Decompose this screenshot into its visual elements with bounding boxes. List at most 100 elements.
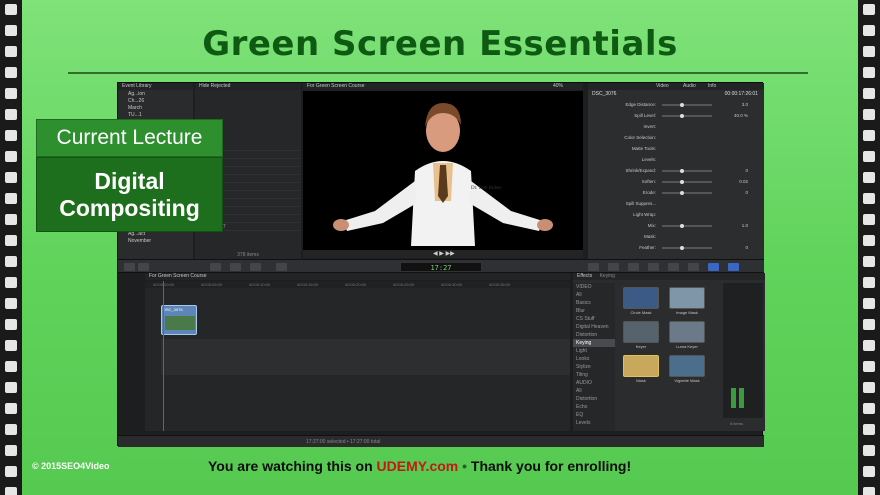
slider-knob[interactable] [680, 114, 684, 118]
effects-category[interactable]: Blur [573, 307, 615, 315]
effects-category[interactable]: Light [573, 347, 615, 355]
library-item[interactable]: March [118, 105, 193, 112]
footer: © 2015SEO4Video You are watching this on… [22, 457, 858, 477]
inspector-row[interactable]: Spill Suppres... [588, 200, 764, 208]
playhead[interactable] [163, 281, 164, 431]
tab-info[interactable]: Info [708, 83, 716, 90]
inspector-row[interactable]: Light Wrap: [588, 211, 764, 219]
slider-knob[interactable] [680, 246, 684, 250]
slider-knob[interactable] [680, 224, 684, 228]
effects-search[interactable]: Keying [600, 273, 615, 279]
play-icon[interactable]: ◀ ▶ ▶▶ [433, 250, 455, 257]
toolbar-button[interactable] [688, 263, 699, 271]
browser-header[interactable]: Hide Rejected [195, 83, 301, 90]
effect-thumbnail[interactable] [623, 355, 659, 377]
effects-section-label: AUDIO [576, 380, 592, 386]
lecture-topic-line2: Compositing [59, 195, 200, 221]
viewer-title: For Green Screen Course [307, 83, 365, 89]
timeline-ruler: 00:00:00:0000:00:05:0000:00:10:0000:00:1… [145, 281, 570, 288]
toolbar-button[interactable] [628, 263, 639, 271]
effects-category[interactable]: CS Stuff [573, 315, 615, 323]
slider-knob[interactable] [680, 180, 684, 184]
ruler-tick-label: 00:00:25:00 [393, 282, 415, 287]
inspector-slider[interactable] [662, 246, 712, 250]
effects-category[interactable]: Echo [573, 403, 615, 411]
tab-video[interactable]: Video [656, 83, 669, 90]
toolbar-button[interactable] [728, 263, 739, 271]
timeline-clip[interactable]: DSC_3076 [161, 305, 197, 335]
effect-thumbnail[interactable] [669, 287, 705, 309]
effect-thumbnail[interactable] [669, 321, 705, 343]
library-list-bottom: Ag...act November [118, 231, 193, 245]
film-hole [863, 88, 875, 99]
effects-category[interactable]: Looks [573, 355, 615, 363]
inspector-row[interactable]: Levels: [588, 156, 764, 164]
toolbar-button[interactable] [230, 263, 241, 271]
effects-category[interactable]: EQ [573, 411, 615, 419]
green-slide: Green Screen Essentials Event Library Ag… [22, 0, 858, 495]
inspector-slider[interactable] [662, 169, 712, 173]
film-hole [863, 172, 875, 183]
toolbar-button[interactable] [648, 263, 659, 271]
film-hole [5, 25, 17, 36]
inspector-row[interactable]: Soften: 0.02 [588, 178, 764, 186]
effects-category[interactable]: All [573, 291, 615, 299]
film-hole [863, 193, 875, 204]
toolbar-button[interactable] [588, 263, 599, 271]
toolbar-button[interactable] [210, 263, 221, 271]
effects-category[interactable]: Keying [573, 339, 615, 347]
inspector-row[interactable]: Matte Tools: [588, 145, 764, 153]
effects-category[interactable]: Tiling [573, 371, 615, 379]
effects-category[interactable]: Digital Heaven [573, 323, 615, 331]
inspector-row[interactable]: Feather: 0 [588, 244, 764, 252]
toolbar-button[interactable] [276, 263, 287, 271]
toolbar-button[interactable] [124, 263, 135, 271]
inspector-row-label: Feather: [639, 245, 656, 250]
tab-audio[interactable]: Audio [683, 83, 696, 90]
inspector-slider[interactable] [662, 224, 712, 228]
slider-knob[interactable] [680, 169, 684, 173]
inspector-slider[interactable] [662, 103, 712, 107]
inspector-slider[interactable] [662, 114, 712, 118]
toolbar-button[interactable] [608, 263, 619, 271]
inspector-row[interactable]: Spill Level: 40.0 % [588, 112, 764, 120]
effects-category[interactable]: Stylize [573, 363, 615, 371]
library-item[interactable]: November [118, 238, 193, 245]
effect-label: Image Mask [676, 310, 698, 315]
slide-title: Green Screen Essentials [202, 24, 678, 64]
film-hole [5, 151, 17, 162]
toolbar-button[interactable] [250, 263, 261, 271]
viewer-zoom[interactable]: 40% [553, 83, 563, 90]
effects-category[interactable]: Basics [573, 299, 615, 307]
inspector-row-value: 0 [745, 245, 748, 250]
slider-knob[interactable] [680, 191, 684, 195]
inspector-row[interactable]: Color Selection: [588, 134, 764, 142]
effect-thumbnail[interactable] [623, 287, 659, 309]
effect-thumbnail[interactable] [669, 355, 705, 377]
inspector-row[interactable]: Invert: [588, 123, 764, 131]
inspector-row[interactable]: Erode: 0 [588, 189, 764, 197]
effect-thumbnail[interactable] [623, 321, 659, 343]
inspector-slider[interactable] [662, 180, 712, 184]
effects-category[interactable]: All [573, 387, 615, 395]
inspector-row[interactable]: Mix: 1.0 [588, 222, 764, 230]
library-item[interactable]: Ch...26 [118, 98, 193, 105]
library-item[interactable]: Ag...ion [118, 91, 193, 98]
inspector-row[interactable]: Mask: [588, 233, 764, 241]
effects-section-label: VIDEO [576, 284, 592, 290]
inspector-slider[interactable] [662, 191, 712, 195]
toolbar-button[interactable] [668, 263, 679, 271]
toolbar-button[interactable] [708, 263, 719, 271]
udemy-link[interactable]: UDEMY.com [377, 458, 459, 474]
library-item[interactable]: TU...1 [118, 112, 193, 119]
library-item[interactable]: Ag...act [118, 231, 193, 238]
toolbar-button[interactable] [138, 263, 149, 271]
effects-category[interactable]: Distortion [573, 331, 615, 339]
effects-category[interactable]: Distortion [573, 395, 615, 403]
slider-knob[interactable] [680, 103, 684, 107]
inspector-row[interactable]: Edge Distance: 3.0 [588, 101, 764, 109]
timeline: 00:00:00:0000:00:05:0000:00:10:0000:00:1… [145, 281, 570, 431]
effects-category[interactable]: Levels [573, 419, 615, 427]
inspector-row[interactable]: Shrink/Expand: 0 [588, 167, 764, 175]
film-hole [863, 256, 875, 267]
